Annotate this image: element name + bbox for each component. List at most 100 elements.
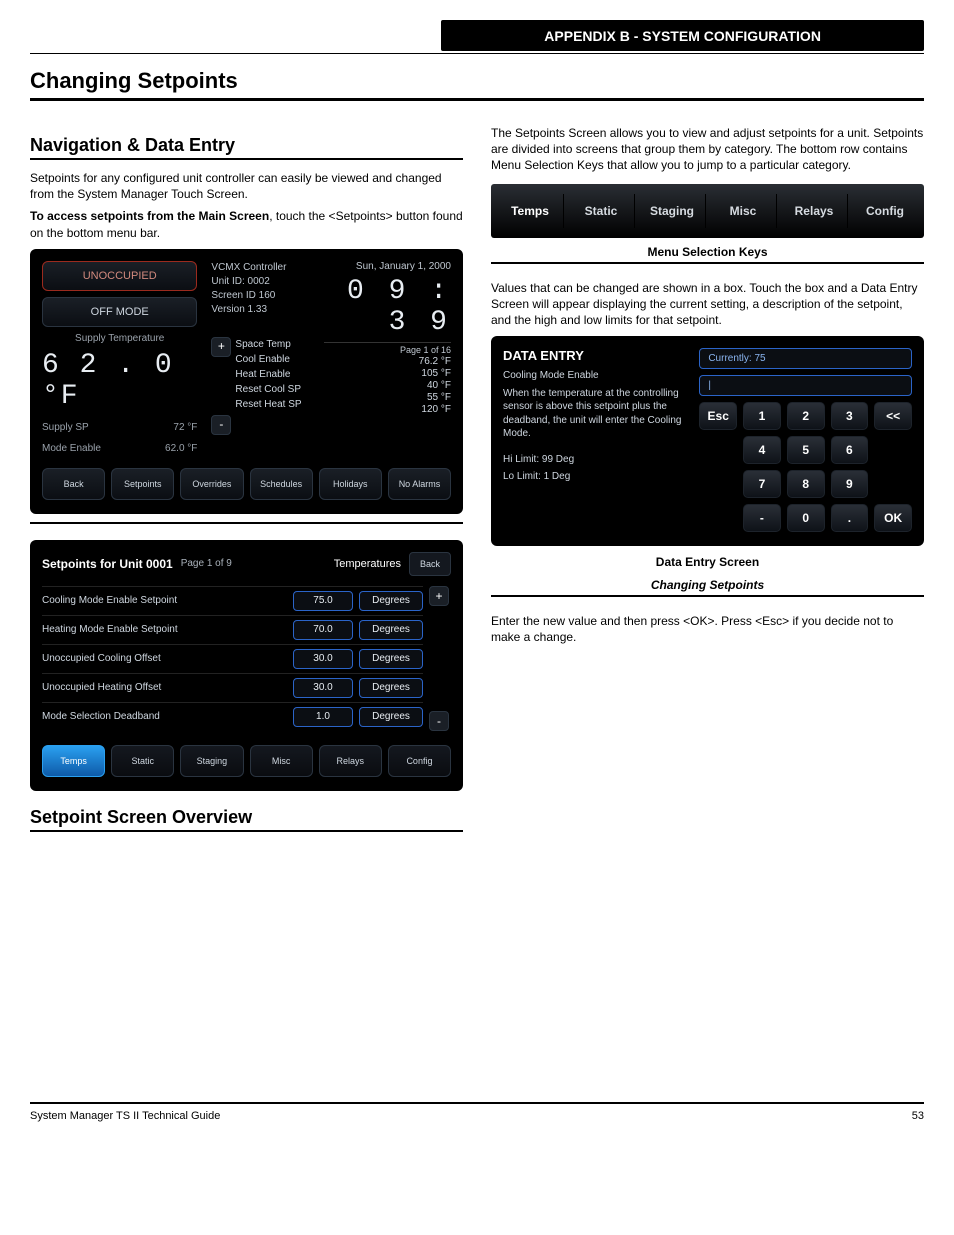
sp-row-heating-enable: Heating Mode Enable Setpoint 70.0 Degree…	[42, 615, 423, 644]
minus-button[interactable]: -	[211, 415, 231, 435]
menukey-relays[interactable]: Relays	[781, 194, 848, 228]
menukey-static[interactable]: Static	[568, 194, 635, 228]
menu-selection-keys: Temps Static Staging Misc Relays Config	[491, 184, 924, 238]
de-caption-1: Data Entry Screen	[491, 554, 924, 570]
status-clock: 0 9 : 3 9	[324, 276, 451, 338]
nav-setpoints[interactable]: Setpoints	[111, 468, 174, 500]
nav-noalarms[interactable]: No Alarms	[388, 468, 451, 500]
key-minus[interactable]: -	[743, 504, 781, 532]
de-current-value: Currently: 75	[699, 348, 912, 369]
key-1[interactable]: 1	[743, 402, 781, 430]
menukey-temps[interactable]: Temps	[497, 194, 564, 228]
status-date: Sun, January 1, 2000	[324, 261, 451, 272]
sp-tabbar: Temps Static Staging Misc Relays Config	[42, 745, 451, 777]
setpoints-title: Setpoints for Unit 0001	[42, 557, 173, 571]
intro-paragraph-2: To access setpoints from the Main Screen…	[30, 208, 463, 240]
nav-overrides[interactable]: Overrides	[180, 468, 243, 500]
data-entry-title: DATA ENTRY	[503, 348, 683, 363]
plus-button[interactable]: +	[211, 337, 231, 357]
key-7[interactable]: 7	[743, 470, 781, 498]
de-input-field[interactable]: |	[699, 375, 912, 396]
row-heat-enable: Heat Enable	[235, 368, 309, 382]
de-lo-limit: Lo Limit: 1 Deg	[503, 470, 683, 484]
nav-back[interactable]: Back	[42, 468, 105, 500]
unit-id: Unit ID: 0002	[211, 275, 309, 289]
intro-heading: Navigation & Data Entry	[30, 135, 463, 160]
key-8[interactable]: 8	[787, 470, 825, 498]
sp-row-cooling-enable: Cooling Mode Enable Setpoint 75.0 Degree…	[42, 586, 423, 615]
key-9[interactable]: 9	[831, 470, 869, 498]
row-reset-heat: Reset Heat SP	[235, 398, 309, 412]
mode-enable-label: Mode Enable	[42, 443, 101, 454]
right-column: The Setpoints Screen allows you to view …	[491, 119, 924, 842]
supply-temp-label: Supply Temperature	[42, 333, 197, 344]
key-esc[interactable]: Esc	[699, 402, 737, 430]
setpoint-overview-heading: Setpoint Screen Overview	[30, 807, 463, 832]
key-ok[interactable]: OK	[874, 504, 912, 532]
sp-unit: Degrees	[359, 591, 423, 611]
value-paragraph: Values that can be changed are shown in …	[491, 280, 924, 329]
divider	[30, 522, 463, 524]
nav-holidays[interactable]: Holidays	[319, 468, 382, 500]
row-cool-enable: Cool Enable	[235, 353, 309, 367]
sp-plus-button[interactable]: +	[429, 586, 449, 606]
status-screen: UNOCCUPIED OFF MODE Supply Temperature 6…	[30, 249, 463, 514]
row-reset-cool: Reset Cool SP	[235, 383, 309, 397]
row-space-temp: Space Temp	[235, 338, 309, 352]
top-header: APPENDIX B - SYSTEM CONFIGURATION	[30, 20, 924, 54]
tab-misc[interactable]: Misc	[250, 745, 313, 777]
screen-id: Screen ID 160	[211, 289, 309, 303]
setpoints-back-button[interactable]: Back	[409, 552, 451, 576]
badge-offmode: OFF MODE	[42, 297, 197, 327]
de-setpoint-name: Cooling Mode Enable	[503, 369, 683, 383]
key-6[interactable]: 6	[831, 436, 869, 464]
key-5[interactable]: 5	[787, 436, 825, 464]
menukey-staging[interactable]: Staging	[639, 194, 706, 228]
page-title: Changing Setpoints	[30, 60, 924, 101]
status-nav: Back Setpoints Overrides Schedules Holid…	[42, 468, 451, 500]
divider	[491, 262, 924, 264]
badge-unoccupied: UNOCCUPIED	[42, 261, 197, 291]
key-dot[interactable]: .	[831, 504, 869, 532]
sp-row-unocc-heat: Unoccupied Heating Offset 30.0 Degrees	[42, 673, 423, 702]
sp-row-unocc-cool: Unoccupied Cooling Offset 30.0 Degrees	[42, 644, 423, 673]
nav-schedules[interactable]: Schedules	[250, 468, 313, 500]
keypad: Esc 1 2 3 << 4 5 6 7 8 9	[699, 402, 912, 532]
data-entry-screen: DATA ENTRY Cooling Mode Enable When the …	[491, 336, 924, 546]
footer-page-number: 53	[912, 1110, 924, 1122]
tab-config[interactable]: Config	[388, 745, 451, 777]
menu-paragraph: The Setpoints Screen allows you to view …	[491, 125, 924, 174]
key-2[interactable]: 2	[787, 402, 825, 430]
menukey-config[interactable]: Config	[852, 194, 918, 228]
de-caption-2: Changing Setpoints	[491, 577, 924, 593]
tab-staging[interactable]: Staging	[180, 745, 243, 777]
intro-paragraph-1: Setpoints for any configured unit contro…	[30, 170, 463, 202]
menu-caption: Menu Selection Keys	[491, 244, 924, 260]
divider	[491, 595, 924, 597]
footer-doc-title: System Manager TS II Technical Guide	[30, 1110, 220, 1122]
enter-paragraph: Enter the new value and then press <OK>.…	[491, 613, 924, 645]
de-description: When the temperature at the controlling …	[503, 387, 683, 441]
controller-label: VCMX Controller	[211, 261, 309, 275]
mode-enable-value: 62.0 °F	[165, 443, 197, 454]
sp-value-cooling[interactable]: 75.0	[293, 591, 353, 611]
supply-temp-value: 6 2 . 0 °F	[42, 350, 197, 412]
sp-minus-button[interactable]: -	[429, 711, 449, 731]
de-hi-limit: Hi Limit: 99 Deg	[503, 453, 683, 467]
key-0[interactable]: 0	[787, 504, 825, 532]
sp-value-heating[interactable]: 70.0	[293, 620, 353, 640]
setpoints-page: Page 1 of 9	[181, 558, 232, 569]
supply-sp-label: Supply SP	[42, 422, 89, 433]
tab-relays[interactable]: Relays	[319, 745, 382, 777]
key-3[interactable]: 3	[831, 402, 869, 430]
setpoints-tab-label: Temperatures	[334, 558, 401, 570]
key-backspace[interactable]: <<	[874, 402, 912, 430]
key-4[interactable]: 4	[743, 436, 781, 464]
status-page: Page 1 of 16	[324, 345, 451, 355]
left-column: Navigation & Data Entry Setpoints for an…	[30, 119, 463, 842]
supply-sp-value: 72 °F	[173, 422, 197, 433]
tab-temps[interactable]: Temps	[42, 745, 105, 777]
menukey-misc[interactable]: Misc	[710, 194, 777, 228]
version: Version 1.33	[211, 303, 309, 317]
tab-static[interactable]: Static	[111, 745, 174, 777]
